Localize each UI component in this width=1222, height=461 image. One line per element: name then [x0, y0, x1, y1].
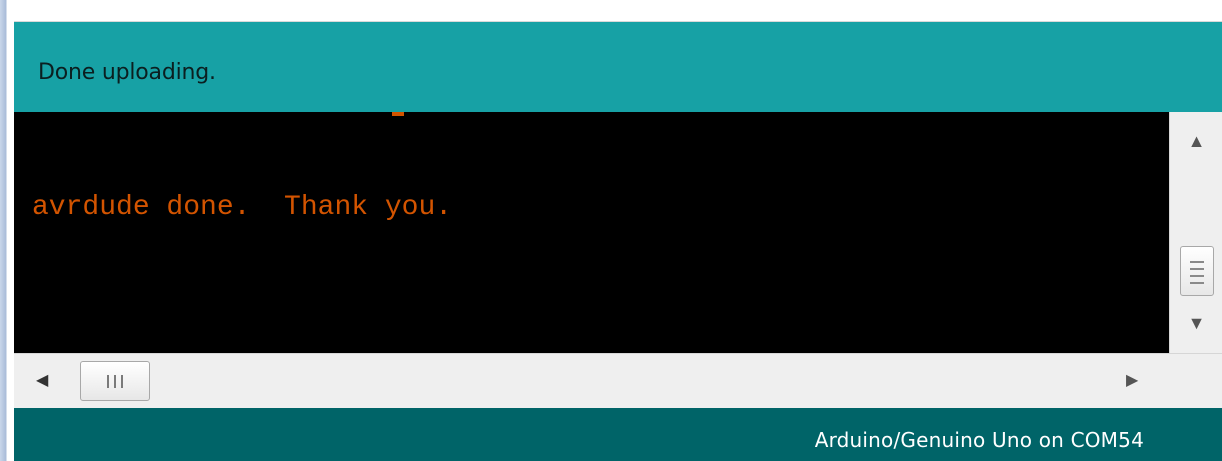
editor-area-edge [14, 0, 1222, 22]
horizontal-scroll-thumb[interactable] [80, 361, 150, 401]
upload-status-message: Done uploading. [38, 60, 216, 85]
console-output[interactable]: avrdude done. Thank you. [14, 112, 1169, 353]
board-port-info: Arduino/Genuino Uno on COM54 [814, 428, 1144, 452]
console-vertical-scrollbar[interactable]: ▲ ▼ [1169, 112, 1222, 353]
left-arrow-icon[interactable]: ◀ [36, 366, 56, 396]
upload-status-bar: Done uploading. [14, 22, 1222, 112]
vertical-scroll-thumb[interactable] [1180, 246, 1214, 296]
right-arrow-icon[interactable]: ▶ [1126, 366, 1146, 396]
up-arrow-icon[interactable]: ▲ [1170, 126, 1222, 156]
board-status-bar: Arduino/Genuino Uno on COM54 [14, 408, 1222, 461]
scrollbar-corner [1169, 354, 1222, 409]
window-left-border [0, 0, 14, 461]
console-line: avrdude done. Thank you. [32, 192, 453, 223]
console-text-fragment [392, 112, 404, 116]
down-arrow-icon[interactable]: ▼ [1170, 308, 1222, 338]
arduino-ide-window: Done uploading. avrdude done. Thank you.… [0, 0, 1222, 461]
console-horizontal-scrollbar[interactable]: ◀ ▶ [14, 353, 1222, 409]
